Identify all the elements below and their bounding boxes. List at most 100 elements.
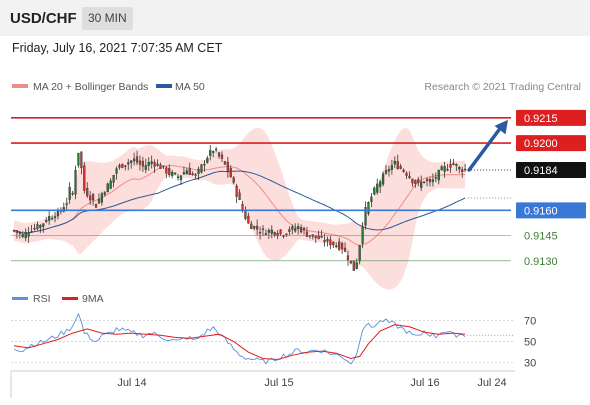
candle-body	[89, 195, 92, 201]
candle-body	[24, 231, 27, 239]
candle-body	[250, 223, 253, 230]
candle-body	[71, 192, 74, 195]
candle-body	[212, 151, 215, 153]
candle-body	[370, 196, 373, 203]
candle-body	[376, 183, 379, 193]
candle-body	[217, 152, 221, 157]
candle-body	[127, 162, 130, 165]
copyright-annotation: Research © 2021 Trading Central	[424, 81, 581, 93]
candle-body	[452, 163, 455, 165]
candle-body	[109, 180, 112, 189]
legend-label-ma50: MA 50	[175, 81, 205, 93]
candle-body	[130, 160, 133, 163]
candle-body	[422, 181, 426, 183]
candle-body	[434, 177, 437, 179]
candle-body	[132, 158, 136, 162]
resistance-label: 0.9215	[524, 113, 558, 125]
x-axis: Jul 14 Jul 15 Jul 16 Jul 24	[117, 377, 506, 389]
candle-body	[15, 230, 19, 233]
candle-body	[379, 181, 382, 187]
candle-body	[135, 156, 139, 163]
candle-body	[115, 168, 118, 174]
candle-body	[261, 228, 265, 231]
candle-body	[223, 161, 227, 165]
candle-body	[455, 164, 458, 166]
candle-body	[94, 203, 98, 208]
candle-body	[335, 245, 338, 248]
candle-body	[42, 223, 45, 227]
candle-body	[112, 174, 115, 183]
candle-body	[323, 240, 326, 243]
candle-body	[338, 241, 341, 250]
candle-body	[329, 239, 332, 246]
candle-body	[33, 228, 36, 230]
candle-body	[373, 187, 376, 195]
candle-body	[393, 160, 396, 165]
rsi-plot: 70 50 30	[11, 312, 536, 370]
price-chart-svg: MA 20 + Bollinger Bands MA 50 Research ©…	[10, 81, 586, 398]
candle-body	[332, 241, 335, 246]
candle-body	[80, 151, 83, 168]
candle-body	[390, 165, 394, 170]
candle-body	[396, 161, 399, 170]
candle-body	[326, 239, 329, 242]
candle-body	[446, 169, 449, 171]
x-tick-label: Jul 15	[264, 377, 293, 389]
candle-body	[279, 229, 282, 234]
candle-body	[215, 148, 218, 151]
candle-body	[74, 170, 77, 195]
candle-body	[56, 210, 60, 217]
candle-body	[408, 175, 411, 178]
candle-body	[153, 162, 156, 167]
candle-body	[258, 231, 262, 234]
candle-body	[253, 226, 256, 229]
candle-body	[77, 152, 80, 166]
legend-label-9ma: 9MA	[82, 293, 104, 305]
candle-body	[320, 236, 323, 238]
candle-body	[235, 185, 238, 197]
candle-body	[343, 247, 347, 252]
candle-body	[288, 229, 291, 232]
candle-body	[83, 165, 86, 191]
rsi-ma-line	[13, 324, 466, 361]
candle-body	[147, 162, 150, 166]
forecast-arrow-shaft	[467, 124, 504, 172]
candle-body	[314, 235, 317, 238]
candle-body	[449, 164, 452, 168]
candle-body	[206, 157, 209, 163]
legend-label-ma20: MA 20 + Bollinger Bands	[33, 81, 148, 93]
target-label: 0.9145	[524, 231, 558, 243]
legend-swatch-9ma	[62, 297, 78, 300]
candle-body	[367, 202, 370, 214]
candle-body	[267, 229, 270, 233]
rsi-tick-label: 50	[524, 337, 536, 349]
candle-body	[86, 187, 89, 197]
x-tick-label: Jul 24	[477, 377, 506, 389]
candle-body	[464, 168, 467, 171]
candle-body	[100, 193, 104, 203]
target-label: 0.9130	[524, 256, 558, 268]
rsi-tick-label: 70	[524, 315, 536, 327]
candle-body	[420, 181, 423, 188]
candle-body	[291, 226, 294, 230]
candle-body	[437, 169, 440, 181]
rsi-tick-label: 30	[524, 358, 536, 370]
candle-body	[103, 192, 106, 195]
candle-body	[165, 167, 168, 174]
candle-body	[440, 166, 443, 171]
candle-body	[185, 170, 188, 175]
candle-body	[402, 169, 405, 172]
candle-body	[232, 177, 235, 183]
candle-body	[118, 164, 121, 168]
candle-body	[244, 209, 247, 219]
legend-label-rsi: RSI	[33, 293, 51, 305]
candle-body	[297, 226, 300, 229]
candle-body	[45, 219, 48, 222]
candle-body	[97, 198, 101, 204]
candle-body	[162, 165, 165, 167]
candle-body	[226, 161, 229, 172]
candle-body	[159, 164, 162, 169]
candle-body	[156, 163, 159, 166]
candle-body	[405, 172, 408, 176]
candle-body	[414, 179, 417, 184]
